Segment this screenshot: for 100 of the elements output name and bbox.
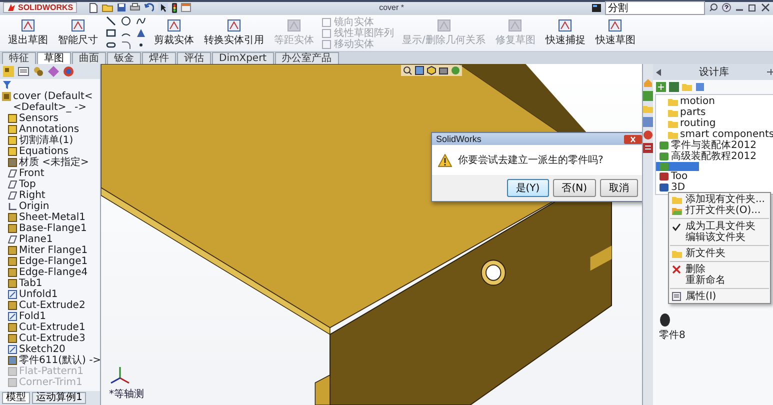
custom-properties-icon[interactable] <box>643 143 653 153</box>
options-icon[interactable] <box>181 3 192 12</box>
refresh-icon[interactable] <box>695 82 705 92</box>
tree-item[interactable]: Sensors <box>19 113 58 124</box>
dialog-button[interactable]: 取消 <box>600 179 638 197</box>
pin-icon[interactable] <box>766 68 773 76</box>
library-item[interactable]: Too <box>671 171 688 182</box>
rectangle-tool-icon[interactable] <box>106 28 116 38</box>
feature-manager-tab-icon[interactable] <box>3 66 14 77</box>
slot-tool-icon[interactable] <box>106 40 116 50</box>
tree-item[interactable]: Cut-Extrude3 <box>19 333 86 344</box>
traffic-light-icon[interactable] <box>172 2 178 12</box>
tree-item[interactable]: Base-Flange1 <box>19 223 87 234</box>
ribbon-button[interactable]: 快速草图 <box>593 18 638 48</box>
menu-item[interactable]: 删除 <box>670 261 769 275</box>
tree-item[interactable]: Cut-Extrude1 <box>19 322 86 333</box>
tree-item[interactable]: Sketch20 <box>19 344 66 355</box>
zoom-icon[interactable] <box>403 66 412 75</box>
library-item[interactable]: parts <box>680 107 706 118</box>
triangle-tool-icon[interactable] <box>136 28 146 38</box>
tree-item[interactable]: 切割清单(1) <box>19 135 74 146</box>
part-thumbnail-icon[interactable] <box>659 313 671 327</box>
menu-item[interactable]: 重新命名 <box>670 275 769 286</box>
undo-icon[interactable] <box>144 3 154 12</box>
restore-icon[interactable] <box>748 3 757 12</box>
ribbon-tab[interactable]: 焊件 <box>142 52 176 64</box>
tree-item[interactable]: Fold1 <box>19 311 46 322</box>
search-field[interactable]: 分割 <box>605 0 705 14</box>
tree-item[interactable]: Edge-Flange1 <box>19 256 88 267</box>
tree-item[interactable]: Sheet-Metal1 <box>19 212 86 223</box>
menu-item[interactable]: 添加现有文件夹... <box>670 194 769 205</box>
command-search-icon[interactable] <box>592 4 601 12</box>
bottom-tab[interactable]: 模型 <box>2 392 30 404</box>
library-item[interactable]: 3D <box>671 182 686 193</box>
tree-item[interactable]: Right <box>19 190 46 201</box>
close-icon[interactable] <box>761 3 770 12</box>
ribbon-tab[interactable]: 草图 <box>37 52 71 64</box>
dialog-button[interactable]: 是(Y) <box>506 179 549 197</box>
back-arrow-icon[interactable] <box>656 68 662 76</box>
filter-icon[interactable] <box>3 81 11 89</box>
ribbon-tab[interactable]: 钣金 <box>107 52 141 64</box>
tree-item[interactable]: Annotations <box>19 124 80 135</box>
ribbon-button[interactable]: 退出草图 <box>6 18 50 48</box>
property-manager-tab-icon[interactable] <box>18 66 29 77</box>
checkmark-icon <box>672 222 682 230</box>
menu-item[interactable]: 成为工具文件夹 <box>670 218 769 232</box>
tree-item[interactable]: Tab1 <box>19 278 42 289</box>
circle-tool-icon[interactable] <box>121 16 131 26</box>
ribbon-tab[interactable]: 曲面 <box>72 52 106 64</box>
tree-item[interactable]: Edge-Flange4 <box>19 267 88 278</box>
tree-item[interactable]: Origin <box>19 201 50 212</box>
help-icon[interactable] <box>722 3 731 12</box>
dialog-button[interactable]: 否(N) <box>552 179 596 197</box>
new-file-icon[interactable] <box>89 2 98 12</box>
tree-root-label[interactable]: cover (Default<<Default>_ -> <box>13 91 100 113</box>
tree-item[interactable]: Top <box>19 179 36 190</box>
bottom-tab[interactable]: 运动算例1 <box>32 392 86 404</box>
tree-item[interactable]: 零件611(默认) -> <box>19 355 102 366</box>
section-view-icon[interactable] <box>415 66 424 75</box>
ribbon-tab[interactable]: 评估 <box>177 52 211 64</box>
logo-mark-icon <box>7 3 16 12</box>
ribbon-tab[interactable]: DimXpert <box>212 52 274 64</box>
close-icon[interactable] <box>624 134 642 144</box>
tree-item[interactable]: Front <box>19 168 44 179</box>
part-label[interactable]: 零件8 <box>659 328 686 342</box>
tree-item[interactable]: 材质 <未指定> <box>19 157 89 168</box>
properties-icon <box>672 292 682 301</box>
search-icon[interactable] <box>709 3 718 12</box>
tree-item[interactable]: Plane1 <box>19 234 53 245</box>
print-icon[interactable] <box>130 3 140 12</box>
ribbon-button[interactable]: 剪裁实体 <box>152 18 196 48</box>
display-tab-icon[interactable] <box>63 66 74 77</box>
add-file-location-icon[interactable] <box>656 82 666 92</box>
menu-item[interactable]: 新文件夹 <box>670 245 769 259</box>
menu-item[interactable]: 属性(I) <box>670 288 769 302</box>
ribbon-button[interactable]: 智能尺寸 <box>56 18 100 48</box>
tree-item[interactable]: Equations <box>19 146 68 157</box>
spline-tool-icon[interactable] <box>136 16 146 26</box>
configuration-tab-icon[interactable] <box>33 66 44 77</box>
tree-item[interactable]: Unfold1 <box>19 289 58 300</box>
library-item[interactable]: 零件与装配体2012 <box>671 140 756 151</box>
ribbon-button[interactable]: 转换实体引用 <box>202 18 266 48</box>
ribbon-button[interactable]: 快速捕捉 <box>543 18 588 48</box>
menu-item[interactable]: 编辑该文件夹 <box>670 232 769 243</box>
dimxpert-tab-icon[interactable] <box>48 66 59 77</box>
tree-item[interactable]: Cut-Extrude2 <box>19 300 86 311</box>
pointer-icon[interactable] <box>158 2 168 12</box>
scene-icon[interactable] <box>451 66 460 75</box>
display-style-icon[interactable] <box>439 66 448 75</box>
tree-item[interactable]: Miter Flange1 <box>19 245 88 256</box>
line-tool-icon[interactable] <box>106 16 116 26</box>
ribbon-tab[interactable]: 办公室产品 <box>274 52 339 64</box>
appearance-tab-icon[interactable] <box>643 130 653 140</box>
save-icon[interactable] <box>117 3 126 12</box>
menu-item[interactable]: 打开文件夹(O)... <box>670 205 769 216</box>
ribbon-tab[interactable]: 特征 <box>2 52 36 64</box>
library-item[interactable]: 高级装配教程2012 <box>671 151 756 162</box>
fillet-tool-icon[interactable] <box>121 40 131 50</box>
library-item[interactable]: routing <box>680 118 716 129</box>
library-item[interactable]: motion <box>680 96 716 107</box>
